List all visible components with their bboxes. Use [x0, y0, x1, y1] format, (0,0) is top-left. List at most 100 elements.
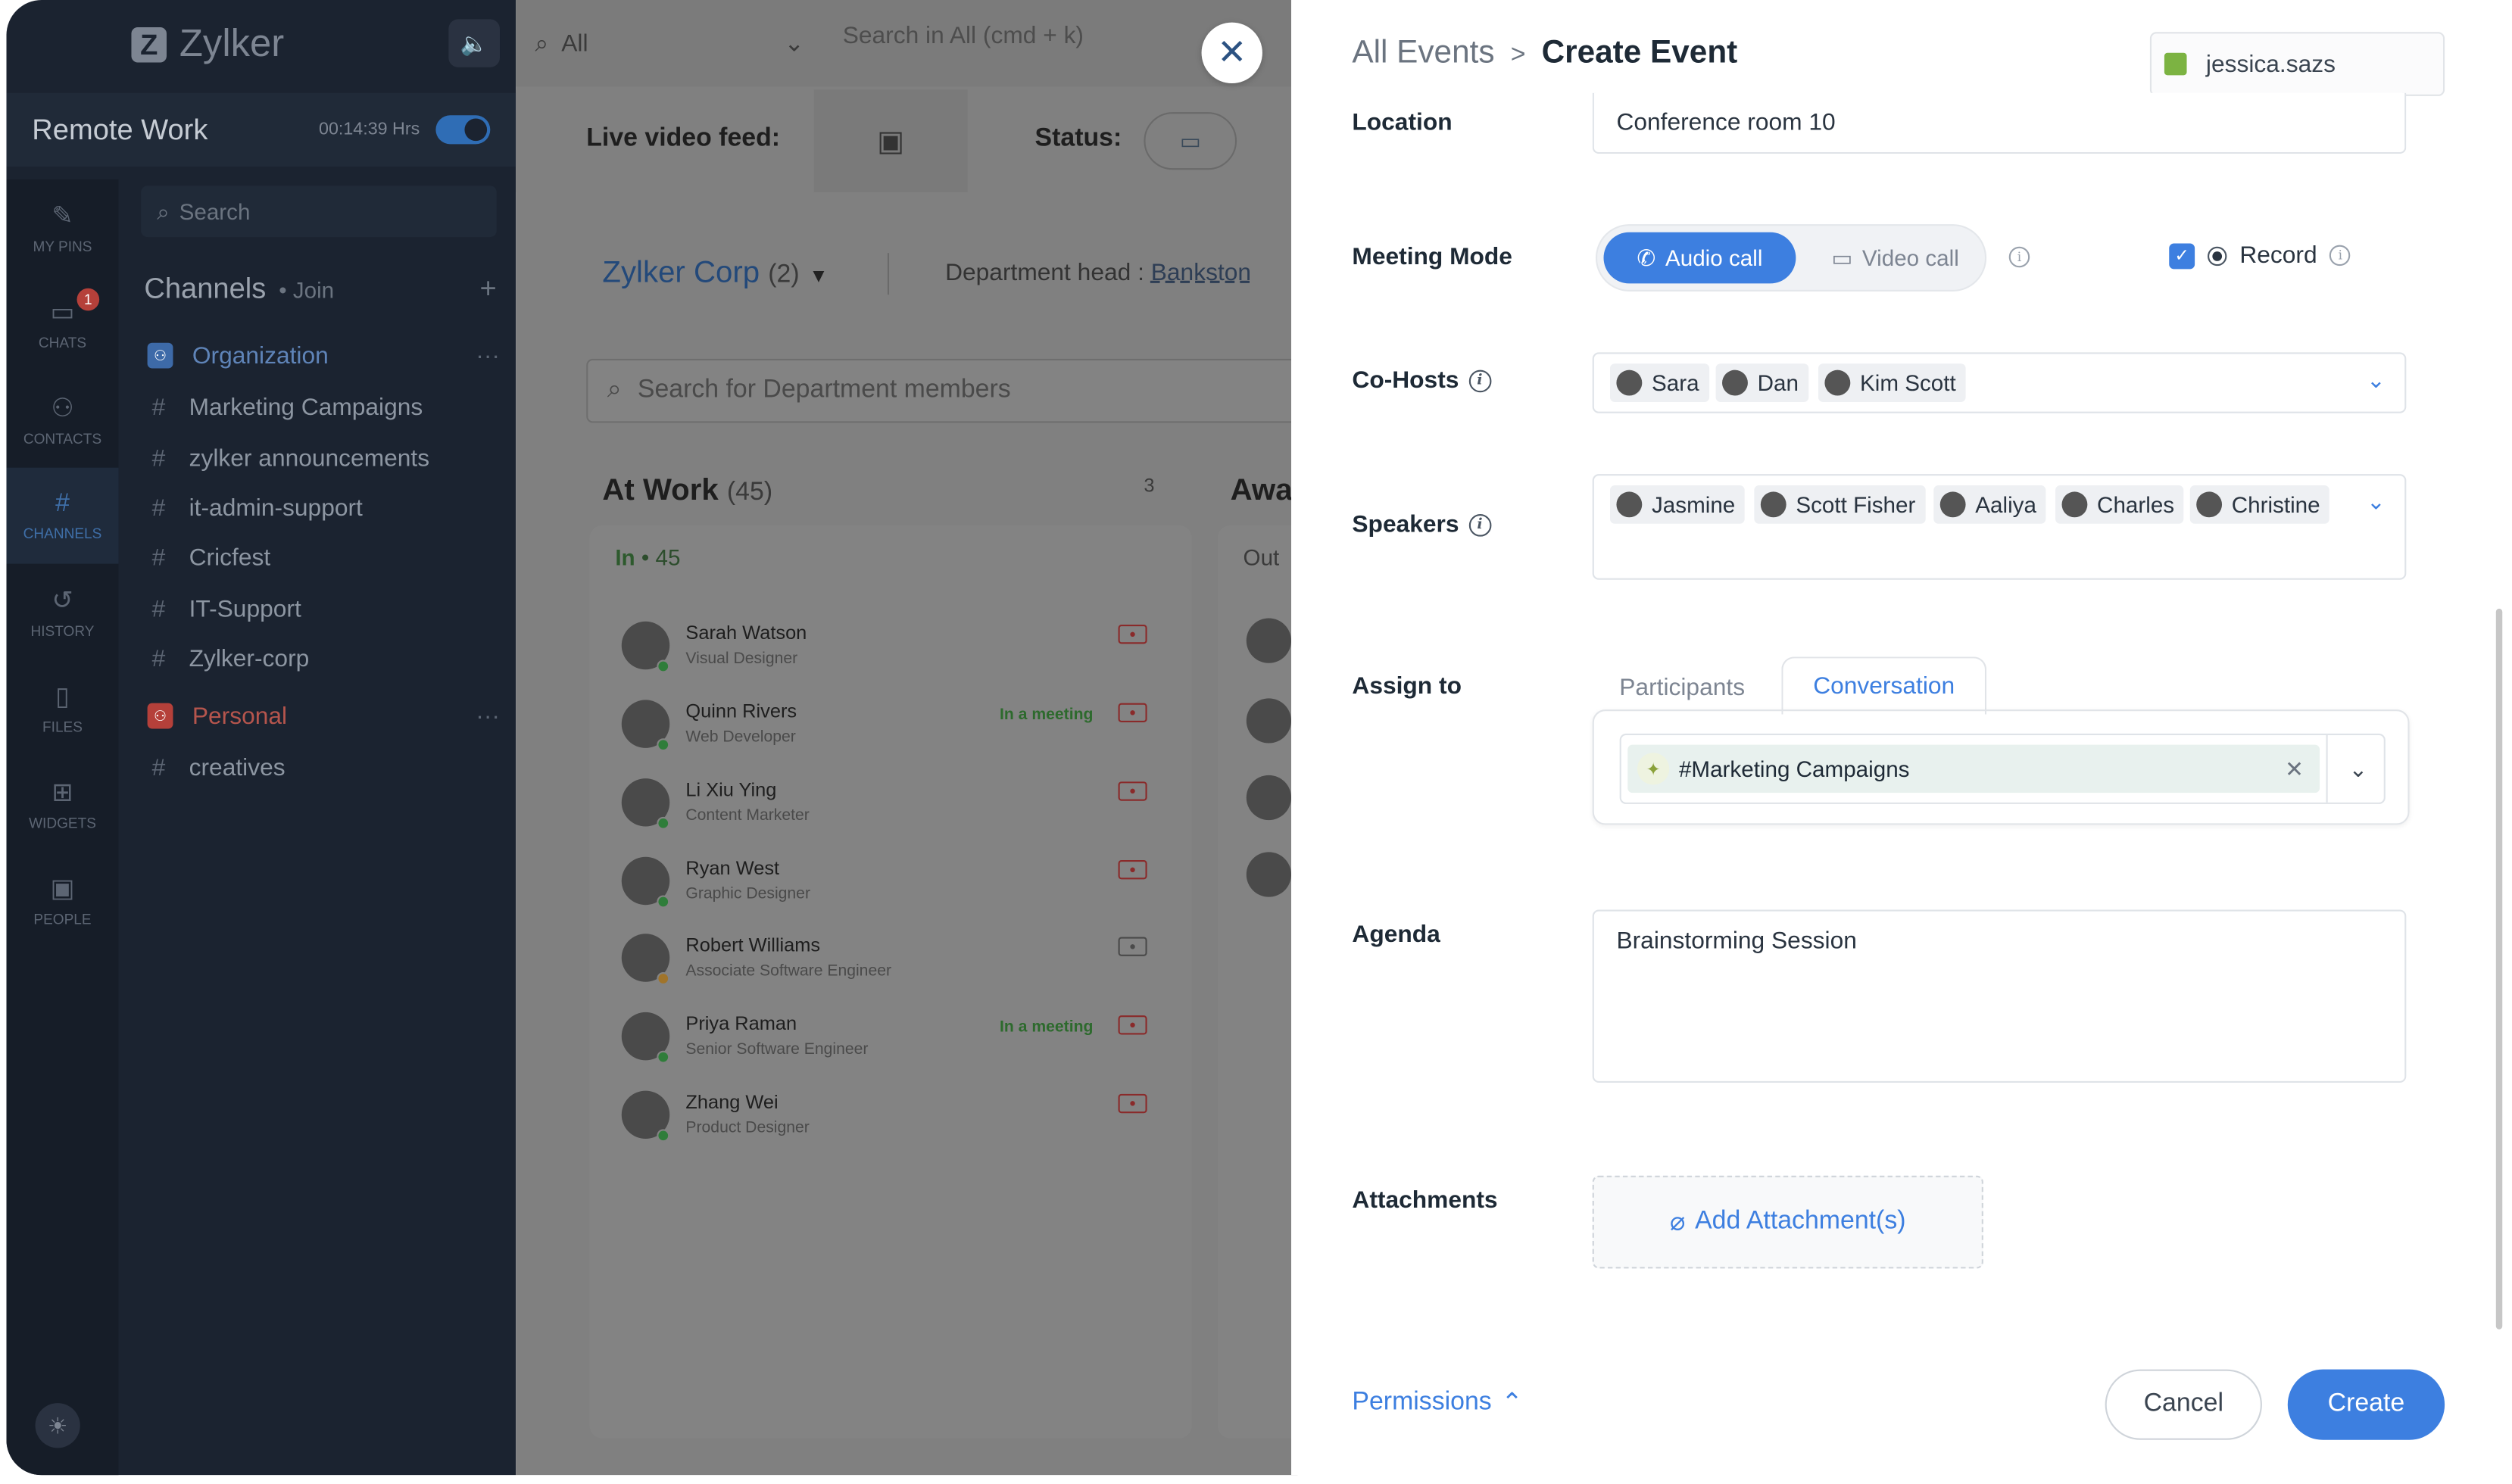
video-camera-icon[interactable]: ▣ [813, 89, 968, 192]
chat-badge: 1 [76, 288, 100, 311]
rail-chats[interactable]: ▭ 1 CHATS [6, 276, 118, 372]
video-icon[interactable]: ● [1118, 625, 1147, 644]
cohost-chip[interactable]: Sara [1609, 363, 1709, 402]
speaker-chip[interactable]: Charles [2055, 485, 2184, 524]
rail-my-pins[interactable]: ✎ MY PINS [6, 179, 118, 276]
remove-icon[interactable]: ✕ [2285, 755, 2304, 782]
list-item[interactable]: Sarah Watson Visual Designer ● [621, 615, 1166, 685]
chat-icon: ▭ [50, 299, 75, 327]
join-link[interactable]: • Join [279, 276, 334, 302]
page-title: Create Event [1541, 35, 1738, 71]
info-icon[interactable]: i [1468, 513, 1491, 536]
left-sidebar: Z Zylker 🔈 Remote Work 00:14:39 Hrs ✎ MY P… [6, 0, 516, 1476]
info-icon[interactable]: i [1468, 369, 1491, 392]
tab-conversation[interactable]: Conversation [1781, 656, 1987, 715]
channel-item[interactable]: # Cricfest [148, 537, 500, 578]
add-attachment-button[interactable]: ⌀ Add Attachment(s) [1592, 1175, 1983, 1269]
breadcrumb: All Events > Create Event [1352, 36, 1737, 73]
monitor-icon[interactable]: ▭ [1144, 112, 1237, 170]
rail-people[interactable]: ▣ PEOPLE [6, 852, 118, 948]
list-item[interactable]: Priya Raman Senior Software Engineer In a … [621, 1005, 1166, 1076]
record-icon [2208, 245, 2227, 266]
channel-item[interactable]: # zylker announcements [148, 438, 500, 479]
channel-item-personal[interactable]: ⚇ Personal ··· [147, 695, 500, 737]
location-field[interactable]: Conference room 10 [1592, 92, 2407, 154]
rail-channels[interactable]: # CHANNELS [6, 467, 119, 564]
info-icon[interactable]: i [2008, 246, 2030, 268]
channel-item[interactable]: # creatives [148, 747, 500, 788]
list-item[interactable]: Li Xiu Ying Content Marketer ● [621, 772, 1166, 843]
search-icon: ⌕ [607, 376, 622, 404]
tab-participants[interactable]: Participants [1593, 663, 1772, 711]
top-search-bar: ⌕ All ⌄ Search in All (cmd + k) [516, 0, 1298, 87]
info-icon[interactable]: i [2329, 245, 2351, 267]
list-item[interactable]: Zhang Wei Product Designer ● [621, 1084, 1166, 1155]
video-icon[interactable]: ● [1118, 781, 1147, 801]
rail-contacts[interactable]: ⚇ CONTACTS [6, 372, 118, 468]
channel-item[interactable]: # Marketing Campaigns [148, 386, 500, 428]
status-toggle[interactable] [435, 115, 491, 145]
list-item[interactable]: Ryan West Graphic Designer ● [621, 850, 1166, 921]
rail-history[interactable]: ↺ HISTORY [6, 564, 118, 660]
permissions-toggle[interactable]: Permissions ⌃ [1352, 1387, 1522, 1419]
icon-rail: ✎ MY PINS ▭ 1 CHATS ⚇ CONTACTS # CHANNELS ↺ HI… [6, 179, 119, 1476]
add-channel-icon[interactable]: + [480, 273, 497, 306]
speaker-chip[interactable]: Scott Fisher [1754, 485, 1926, 524]
online-dot [657, 659, 670, 673]
avatar [1246, 775, 1292, 821]
create-button[interactable]: Create [2287, 1369, 2445, 1440]
conversation-select[interactable]: ✦ #Marketing Campaigns ✕ ⌄ [1619, 733, 2386, 804]
cohost-chip[interactable]: Dan [1715, 363, 1808, 402]
attachments-label: Attachments [1352, 1186, 1498, 1214]
speaker-chip[interactable]: Christine [2189, 485, 2330, 524]
video-call-button[interactable]: ▭ Video call [1815, 232, 1976, 284]
org-selector[interactable]: Zylker Corp (2) ▼ [602, 256, 828, 292]
workspace-name: Remote Work [32, 113, 208, 145]
speaker-chip[interactable]: Aaliya [1933, 485, 2046, 524]
online-dot [657, 816, 670, 830]
breadcrumb-all-events[interactable]: All Events [1352, 36, 1494, 73]
list-item[interactable]: Robert Williams Associate Software Engine… [621, 928, 1166, 998]
audio-call-button[interactable]: ✆ Audio call [1603, 232, 1796, 284]
zylker-logo-icon: Z [131, 26, 167, 63]
record-option[interactable]: ✓ Record i [2169, 242, 2351, 269]
channel-item[interactable]: # it-admin-support [148, 487, 500, 528]
record-checkbox[interactable]: ✓ [2169, 242, 2195, 269]
speaker-icon[interactable]: 🔈 [448, 19, 501, 67]
create-event-panel: All Events > Create Event jessica.sazs L… [1291, 0, 2506, 1476]
channel-item-organization[interactable]: ⚇ Organization ··· [147, 335, 500, 376]
file-icon: ▯ [55, 684, 70, 712]
channel-item[interactable]: # Zylker-corp [148, 638, 500, 679]
avatar [2196, 491, 2223, 518]
theme-toggle-icon[interactable]: ☀ [35, 1403, 80, 1448]
scrollbar[interactable] [2495, 608, 2503, 1330]
chevron-down-icon[interactable]: ⌄ [2367, 366, 2386, 394]
speaker-chip[interactable]: Jasmine [1609, 485, 1745, 524]
close-icon[interactable]: ✕ [1201, 22, 1262, 84]
more-icon[interactable]: ··· [476, 342, 500, 369]
video-icon[interactable]: ● [1118, 937, 1147, 956]
member-search-input[interactable]: ⌕ Search for Department members [586, 358, 1298, 423]
cancel-button[interactable]: Cancel [2105, 1369, 2262, 1440]
list-item[interactable]: Quinn Rivers Web Developer In a meeting ● [621, 694, 1166, 764]
chevron-down-icon[interactable]: ⌄ [2367, 488, 2386, 516]
video-icon[interactable]: ● [1118, 859, 1147, 880]
rail-widgets[interactable]: ⊞ WIDGETS [6, 756, 118, 852]
scope-dropdown[interactable]: ⌕ All ⌄ [535, 16, 804, 70]
paperclip-icon: ⌀ [1670, 1209, 1686, 1237]
video-icon[interactable]: ● [1118, 703, 1147, 723]
calendar-color-swatch [2164, 52, 2187, 76]
sidebar-search-input[interactable]: ⌕ Search [141, 186, 497, 238]
chevron-down-icon[interactable]: ⌄ [2339, 751, 2377, 787]
channel-item[interactable]: # IT-Support [148, 588, 500, 629]
global-search-input[interactable]: Search in All (cmd + k) [843, 23, 1084, 50]
cohost-chip[interactable]: Kim Scott [1818, 363, 1966, 402]
calendar-user-select[interactable]: jessica.sazs [2149, 32, 2445, 96]
speakers-field[interactable]: Jasmine Scott Fisher Aaliya Charles Chri… [1592, 474, 2407, 580]
cohosts-field[interactable]: Sara Dan Kim Scott ⌄ [1592, 352, 2407, 413]
video-icon[interactable]: ● [1118, 1015, 1147, 1035]
video-icon[interactable]: ● [1118, 1093, 1147, 1114]
rail-files[interactable]: ▯ FILES [6, 660, 118, 756]
more-icon[interactable]: ··· [476, 703, 500, 730]
agenda-field[interactable]: Brainstorming Session [1592, 909, 2407, 1083]
